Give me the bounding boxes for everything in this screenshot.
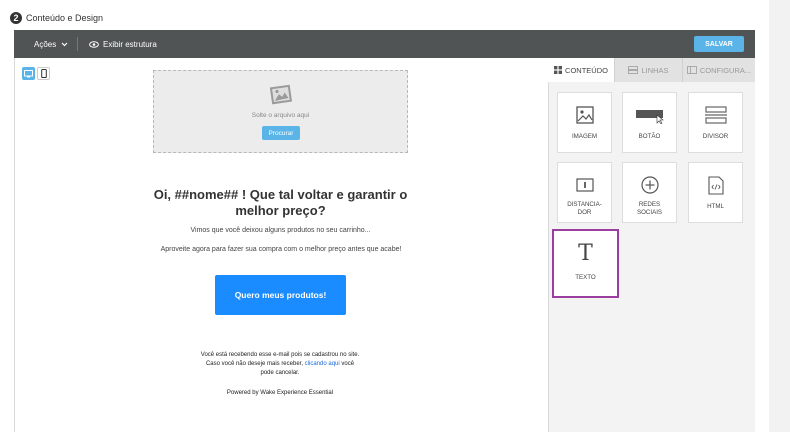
tab-content-label: CONTEÚDO xyxy=(565,65,608,75)
block-spacer[interactable]: DISTANCIA- DOR xyxy=(557,162,612,223)
step-title: Conteúdo e Design xyxy=(26,13,104,23)
email-headline[interactable]: Oi, ##nome## ! Que tal voltar e garantir… xyxy=(153,187,408,219)
block-button[interactable]: BOTÃO xyxy=(622,92,677,153)
mobile-view-button[interactable] xyxy=(37,67,50,80)
button-icon xyxy=(635,105,665,125)
actions-label: Ações xyxy=(34,39,57,49)
block-divider-label: DIVISOR xyxy=(702,133,729,140)
device-switcher xyxy=(22,67,50,80)
content-grid-icon xyxy=(554,66,563,74)
mobile-icon xyxy=(40,69,47,78)
toolbar-divider xyxy=(77,37,78,51)
unsubscribe-link[interactable]: clicando aqui xyxy=(305,361,340,367)
tab-settings[interactable]: CONFIGURA... xyxy=(682,58,755,82)
block-image[interactable]: IMAGEM xyxy=(557,92,612,153)
eye-icon xyxy=(89,40,99,48)
right-scroll-area xyxy=(769,0,790,432)
dropzone-text: Solte o arquivo aqui xyxy=(251,112,310,119)
image-placeholder-icon xyxy=(269,84,293,105)
social-icon xyxy=(640,175,659,195)
step-header: 2 Conteúdo e Design xyxy=(10,11,103,25)
editor-toolbar: Ações Exibir estrutura SALVAR xyxy=(14,30,755,58)
chevron-down-icon xyxy=(61,42,68,46)
panel-tabs: CONTEÚDO LINHAS CONFIGURA... xyxy=(548,58,755,82)
footer-line-3: pode cancelar. xyxy=(260,370,300,376)
show-structure-label: Exibir estrutura xyxy=(103,39,157,49)
rows-icon xyxy=(628,66,639,74)
settings-icon xyxy=(686,66,697,74)
block-html-label: HTML xyxy=(707,203,724,210)
tab-rows[interactable]: LINHAS xyxy=(614,58,682,82)
spacer-icon xyxy=(575,175,594,195)
email-text-1[interactable]: Vimos que você deixou alguns produtos no… xyxy=(153,227,408,234)
tab-content[interactable]: CONTEÚDO xyxy=(548,58,614,82)
browse-button[interactable]: Procurar xyxy=(262,126,300,140)
html-icon xyxy=(707,175,724,195)
footer-line-1: Você está recebendo esse e-mail pois se … xyxy=(200,352,360,358)
image-icon xyxy=(575,105,594,125)
step-number: 2 xyxy=(10,12,22,24)
block-text-label: TEXTO xyxy=(575,274,596,281)
desktop-icon xyxy=(24,69,33,77)
block-text[interactable]: T TEXTO xyxy=(552,229,619,298)
block-html[interactable]: HTML xyxy=(688,162,743,223)
block-social[interactable]: REDES SOCIAIS xyxy=(622,162,677,223)
show-structure-toggle[interactable]: Exibir estrutura xyxy=(89,30,157,58)
desktop-view-button[interactable] xyxy=(22,67,35,80)
email-text-2[interactable]: Aproveite agora para fazer sua compra co… xyxy=(140,246,422,253)
block-spacer-label: DISTANCIA- DOR xyxy=(567,201,602,216)
block-button-label: BOTÃO xyxy=(638,133,661,140)
divider-icon xyxy=(704,105,727,125)
block-social-label: REDES SOCIAIS xyxy=(636,201,663,216)
image-dropzone[interactable]: Solte o arquivo aqui Procurar xyxy=(153,70,408,153)
text-icon: T xyxy=(578,241,593,266)
footer-line-2: Caso você não deseje mais receber, clica… xyxy=(205,361,355,367)
email-footer[interactable]: Você está recebendo esse e-mail pois se … xyxy=(180,351,380,378)
save-button[interactable]: SALVAR xyxy=(694,36,744,52)
tab-settings-label: CONFIGURA... xyxy=(699,65,752,75)
powered-by: Powered by Wake Experience Essential xyxy=(226,390,334,396)
block-divider[interactable]: DIVISOR xyxy=(688,92,743,153)
tab-rows-label: LINHAS xyxy=(641,65,669,75)
actions-dropdown[interactable]: Ações xyxy=(34,30,68,58)
cta-button[interactable]: Quero meus produtos! xyxy=(215,275,346,315)
block-image-label: IMAGEM xyxy=(571,133,598,140)
